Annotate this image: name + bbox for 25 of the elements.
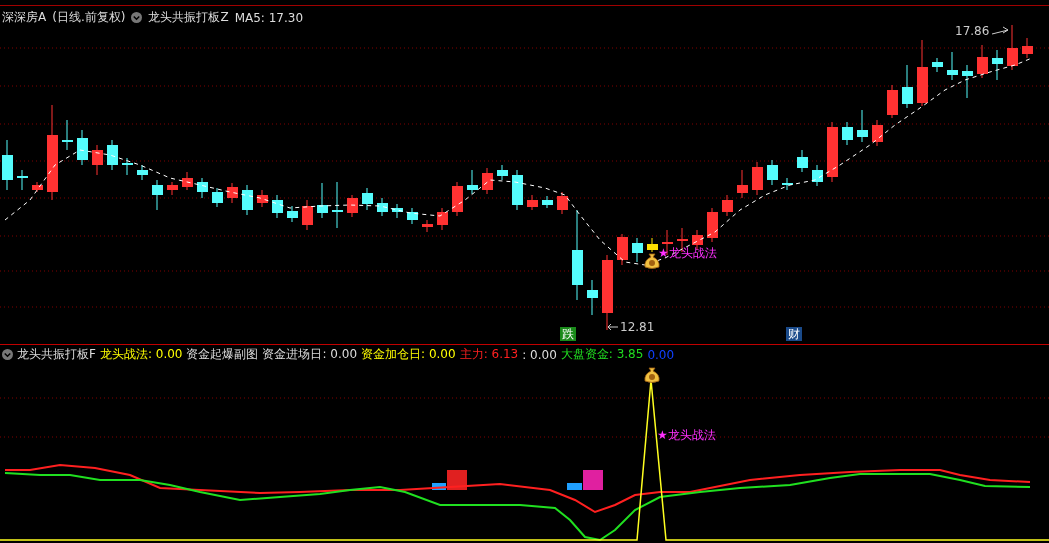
indicator-name: 龙头共振打板Z — [148, 9, 229, 26]
period-label: (日线.前复权) — [52, 9, 126, 26]
indicator-value: 大盘资金: 3.85 — [560, 346, 644, 363]
dropdown-icon[interactable] — [131, 12, 143, 23]
money-bag-icon — [644, 367, 660, 383]
indicator-value: 主力: 6.13 — [459, 346, 519, 363]
price-label: 17.86 — [955, 24, 990, 38]
indicator-value: 资金起爆副图 — [186, 346, 259, 363]
indicator-value: 0.00 — [647, 347, 675, 362]
price-label: 12.81 — [620, 320, 655, 334]
dropdown-icon[interactable] — [2, 349, 13, 360]
signal-badge: 跌 — [560, 327, 576, 341]
leader-arrow — [991, 26, 1009, 35]
indicator-value: : 0.00 — [522, 347, 557, 362]
signal-badge: 财 — [786, 327, 802, 341]
signal-label: ★龙头战法 — [657, 428, 716, 442]
leader-arrow — [607, 323, 619, 331]
indicator-value: 资金加仓日: 0.00 — [361, 346, 456, 363]
indicator-value: 龙头战法: 0.00 — [99, 346, 183, 363]
money-bag-icon — [644, 253, 660, 269]
indicator-value: 资金进场日: 0.00 — [262, 346, 358, 363]
indicator-name: 龙头共振打板F — [17, 346, 96, 363]
stock-name: 深深房A — [2, 9, 47, 26]
signal-label: ★龙头战法 — [658, 246, 717, 260]
ma-value: MA5: 17.30 — [234, 10, 304, 25]
